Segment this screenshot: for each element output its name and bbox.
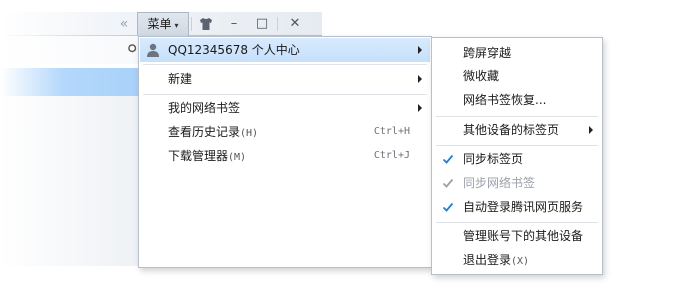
chevron-right-icon xyxy=(418,46,422,54)
main-menu: QQ12345678 个人中心 新建 我的网络书签 查看历史记录(H) Ctrl… xyxy=(138,36,432,268)
restore-bookmarks-label: 网络书签恢复... xyxy=(463,93,547,107)
history-text: 查看历史记录 xyxy=(168,125,241,139)
logout-hotkey: (X) xyxy=(511,256,530,267)
auto-login-label: 自动登录腾讯网页服务 xyxy=(463,200,584,214)
history-shortcut: Ctrl+H xyxy=(373,126,410,137)
checkmark-icon xyxy=(442,154,454,164)
sync-bookmarks-label: 同步网络书签 xyxy=(463,176,536,190)
chevron-down-icon: ▾ xyxy=(174,21,179,30)
menu-button[interactable]: 菜单 ▾ xyxy=(137,12,189,37)
minimize-button[interactable]: – xyxy=(221,12,247,36)
chevron-right-icon xyxy=(418,75,422,83)
toolbar-divider xyxy=(191,17,192,31)
menu-separator xyxy=(436,145,598,146)
title-bar: « 菜单 ▾ – □ ✕ xyxy=(0,12,322,37)
menu-item-new[interactable]: 新建 xyxy=(140,67,430,91)
submenu-item-logout[interactable]: 退出登录(X) xyxy=(433,248,601,272)
sync-tabs-label: 同步标签页 xyxy=(463,152,524,166)
menu-item-account-center[interactable]: QQ12345678 个人中心 xyxy=(140,38,430,62)
page-background xyxy=(0,96,139,266)
menu-separator xyxy=(436,222,598,223)
submenu-item-sync-tabs[interactable]: 同步标签页 xyxy=(433,147,601,171)
menu-separator xyxy=(143,94,427,95)
chevron-right-icon xyxy=(589,126,593,134)
toolbar-divider xyxy=(277,17,278,31)
submenu-item-sync-bookmarks: 同步网络书签 xyxy=(433,171,601,195)
menu-item-downloads[interactable]: 下载管理器(M) Ctrl+J xyxy=(140,144,430,168)
downloads-label: 下载管理器(M) xyxy=(168,144,246,170)
account-submenu: 跨屏穿越 微收藏 网络书签恢复... 其他设备的标签页 同步标签页 同步网络书签… xyxy=(431,37,603,275)
menu-item-history[interactable]: 查看历史记录(H) Ctrl+H xyxy=(140,120,430,144)
history-label: 查看历史记录(H) xyxy=(168,120,258,146)
checkmark-icon xyxy=(442,178,454,188)
checkmark-icon xyxy=(442,202,454,212)
downloads-text: 下载管理器 xyxy=(168,149,229,163)
history-hotkey: (H) xyxy=(240,128,259,139)
menu-item-bookmarks[interactable]: 我的网络书签 xyxy=(140,96,430,120)
collapse-tabs-button[interactable]: « xyxy=(114,12,134,36)
micro-favorites-label: 微收藏 xyxy=(463,69,500,83)
search-icon xyxy=(128,44,138,58)
shirt-icon xyxy=(200,18,212,30)
submenu-item-other-devices-tabs[interactable]: 其他设备的标签页 xyxy=(433,118,601,142)
submenu-item-restore-bookmarks[interactable]: 网络书签恢复... xyxy=(433,88,601,112)
new-label: 新建 xyxy=(168,72,193,86)
chevron-right-icon xyxy=(418,104,422,112)
downloads-shortcut: Ctrl+J xyxy=(373,150,410,161)
menu-separator xyxy=(436,116,598,117)
active-tab-highlight xyxy=(0,68,139,96)
submenu-item-manage-devices[interactable]: 管理账号下的其他设备 xyxy=(433,224,601,248)
bookmarks-label: 我的网络书签 xyxy=(168,101,241,115)
logout-text: 退出登录 xyxy=(463,253,512,267)
submenu-item-micro-favorites[interactable]: 微收藏 xyxy=(433,64,601,88)
account-label: QQ12345678 个人中心 xyxy=(168,43,300,57)
menu-button-label: 菜单 xyxy=(147,17,172,31)
menu-separator xyxy=(143,64,427,65)
close-button[interactable]: ✕ xyxy=(280,12,310,36)
user-icon xyxy=(147,43,159,57)
address-bar[interactable] xyxy=(0,36,140,64)
logout-label: 退出登录(X) xyxy=(463,248,529,274)
submenu-item-auto-login[interactable]: 自动登录腾讯网页服务 xyxy=(433,195,601,219)
downloads-hotkey: (M) xyxy=(228,152,247,163)
manage-devices-label: 管理账号下的其他设备 xyxy=(463,229,584,243)
cross-screen-label: 跨屏穿越 xyxy=(463,46,512,60)
submenu-item-cross-screen[interactable]: 跨屏穿越 xyxy=(433,41,601,65)
maximize-button[interactable]: □ xyxy=(249,12,275,36)
skin-button[interactable] xyxy=(194,12,218,36)
other-devices-tabs-label: 其他设备的标签页 xyxy=(463,123,560,137)
